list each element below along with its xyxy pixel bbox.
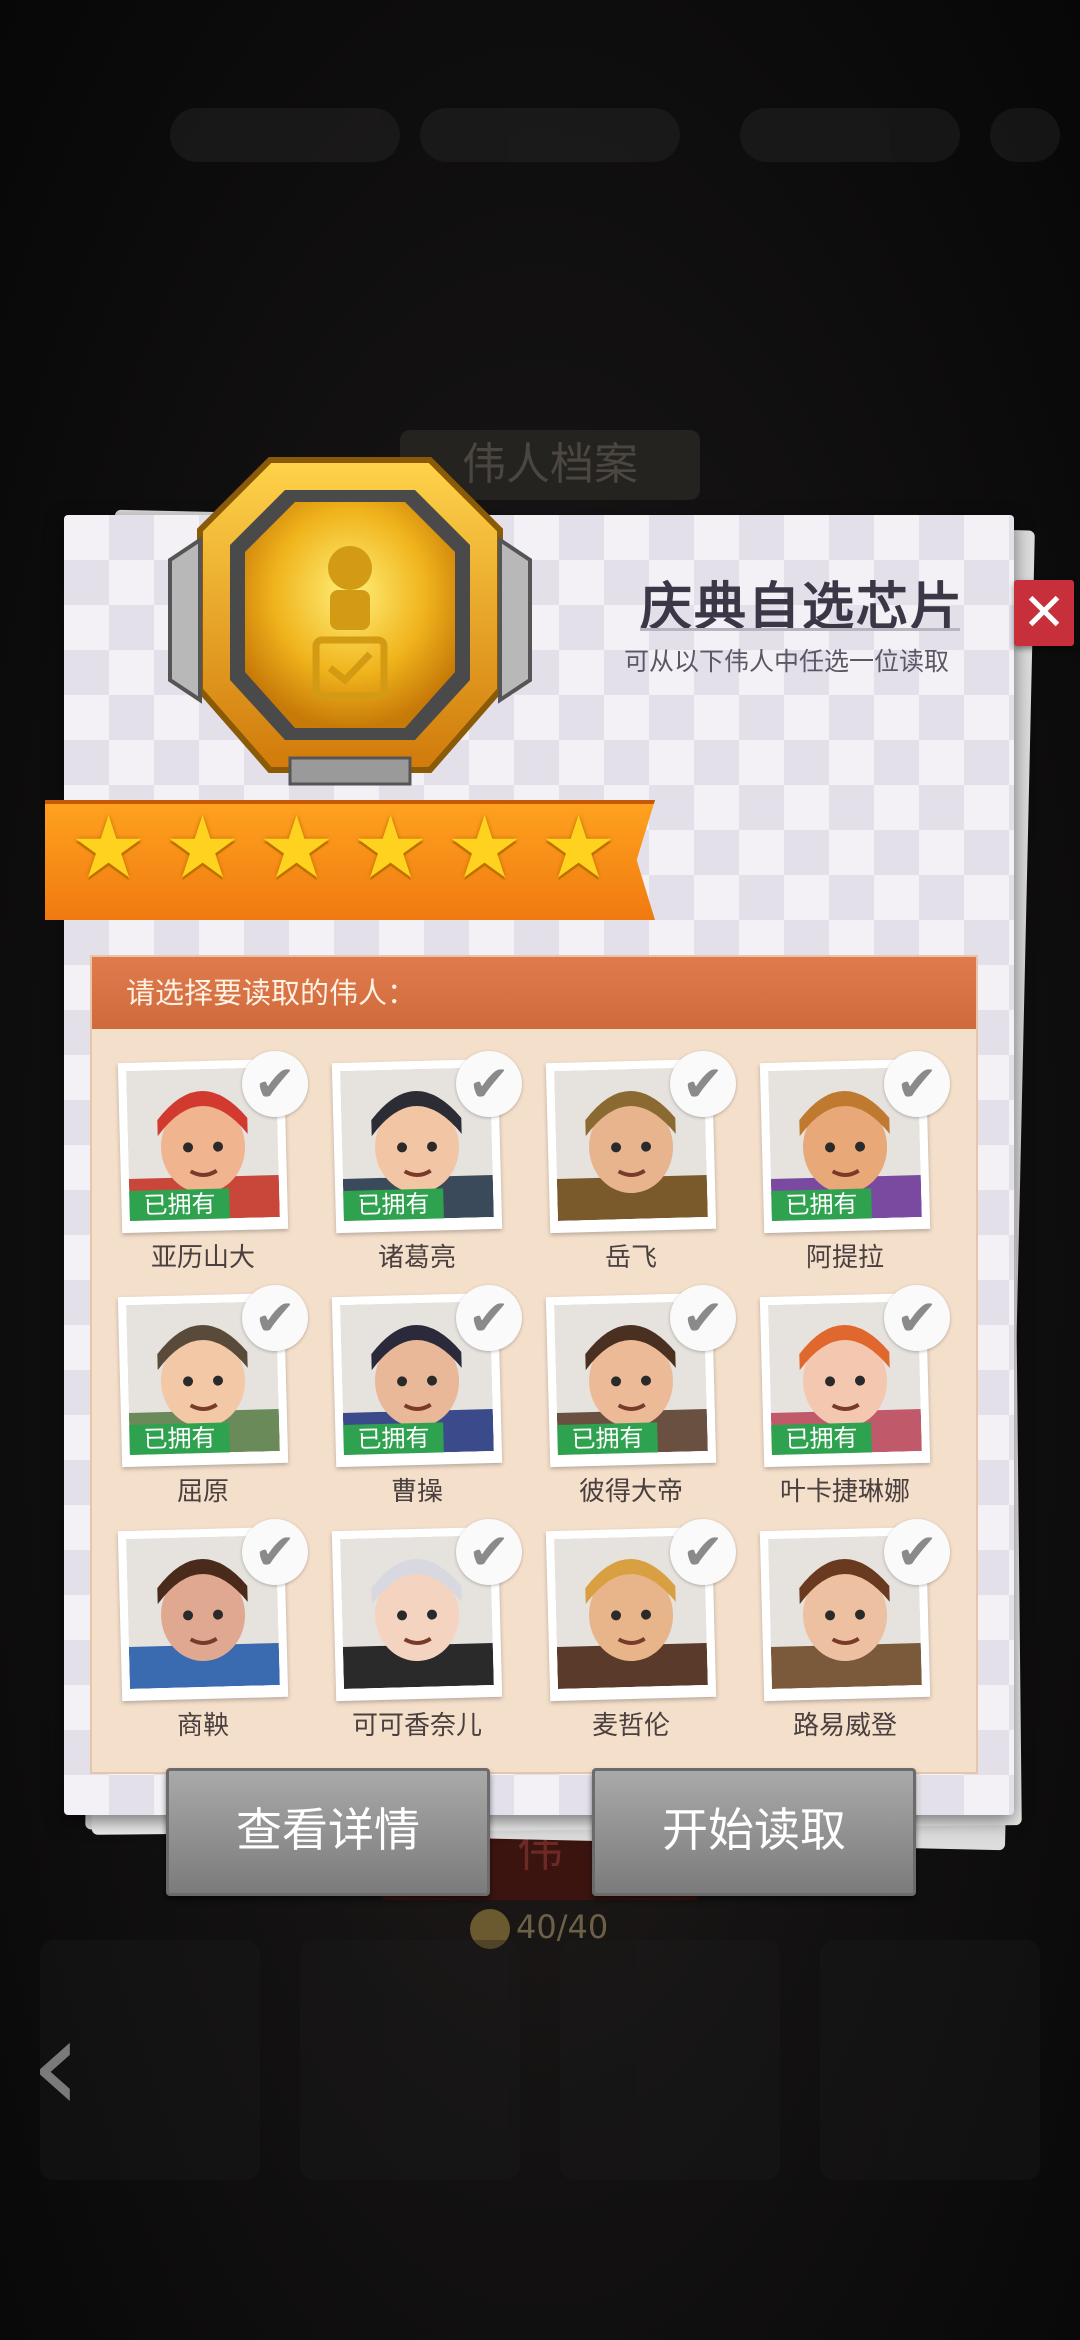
- dialog-subtitle: 可从以下伟人中任选一位读取: [624, 647, 950, 676]
- owned-badge: 已拥有: [129, 1422, 230, 1455]
- hero-card[interactable]: ✔ 可可香奈儿: [331, 1519, 546, 1741]
- background-bottom-tiles: [0, 1900, 1080, 2340]
- hero-card[interactable]: 已拥有 ✔ 诸葛亮: [331, 1051, 546, 1273]
- star-icon: ★: [540, 798, 618, 898]
- hero-name: 商鞅: [176, 1711, 229, 1741]
- checkmark-icon[interactable]: ✔: [456, 1285, 522, 1351]
- star-icon: ★: [352, 798, 430, 898]
- checkmark-icon[interactable]: ✔: [884, 1051, 950, 1117]
- start-reading-button[interactable]: 开始读取: [592, 1768, 916, 1896]
- star-icon: ★: [258, 798, 336, 898]
- hero-name: 叶卡捷琳娜: [779, 1477, 910, 1507]
- hero-name: 亚历山大: [150, 1243, 255, 1273]
- hero-name: 屈原: [176, 1477, 229, 1507]
- star-rating: ★ ★ ★ ★ ★ ★: [70, 798, 620, 898]
- hero-card[interactable]: ✔ 商鞅: [117, 1519, 332, 1741]
- hero-name: 可可香奈儿: [351, 1711, 482, 1741]
- star-icon: ★: [164, 798, 242, 898]
- close-button[interactable]: ✕: [1014, 580, 1074, 646]
- hero-card[interactable]: 已拥有 ✔ 彼得大帝: [545, 1285, 760, 1507]
- checkmark-icon[interactable]: ✔: [670, 1051, 736, 1117]
- star-icon: ★: [446, 798, 524, 898]
- checkmark-icon[interactable]: ✔: [670, 1285, 736, 1351]
- hero-name: 麦哲伦: [591, 1711, 670, 1741]
- hero-name: 阿提拉: [805, 1243, 884, 1273]
- owned-badge: 已拥有: [343, 1188, 444, 1221]
- selection-prompt: 请选择要读取的伟人：: [92, 957, 976, 1029]
- checkmark-icon[interactable]: ✔: [242, 1519, 308, 1585]
- hero-card[interactable]: 已拥有 ✔ 亚历山大: [117, 1051, 332, 1273]
- hero-name: 诸葛亮: [377, 1243, 456, 1273]
- hero-card[interactable]: 已拥有 ✔ 阿提拉: [759, 1051, 974, 1273]
- back-arrow-icon[interactable]: ‹: [30, 2000, 82, 2130]
- checkmark-icon[interactable]: ✔: [456, 1519, 522, 1585]
- owned-badge: 已拥有: [129, 1188, 230, 1221]
- owned-badge: 已拥有: [771, 1422, 872, 1455]
- hero-name: 彼得大帝: [578, 1477, 683, 1507]
- checkmark-icon[interactable]: ✔: [242, 1285, 308, 1351]
- hero-card[interactable]: ✔ 路易威登: [759, 1519, 974, 1741]
- hero-card[interactable]: ✔ 岳飞: [545, 1051, 760, 1273]
- star-icon: ★: [70, 798, 148, 898]
- owned-badge: 已拥有: [771, 1188, 872, 1221]
- owned-badge: 已拥有: [343, 1422, 444, 1455]
- view-details-button[interactable]: 查看详情: [166, 1768, 490, 1896]
- hero-name: 岳飞: [604, 1243, 657, 1273]
- hero-card[interactable]: ✔ 麦哲伦: [545, 1519, 760, 1741]
- hero-card[interactable]: 已拥有 ✔ 叶卡捷琳娜: [759, 1285, 974, 1507]
- hero-name: 路易威登: [792, 1711, 897, 1741]
- background-top-bar: [0, 90, 1080, 180]
- checkmark-icon[interactable]: ✔: [670, 1519, 736, 1585]
- owned-badge: 已拥有: [557, 1422, 658, 1455]
- hero-name: 曹操: [390, 1477, 443, 1507]
- checkmark-icon[interactable]: ✔: [456, 1051, 522, 1117]
- checkmark-icon[interactable]: ✔: [242, 1051, 308, 1117]
- checkmark-icon[interactable]: ✔: [884, 1285, 950, 1351]
- hero-card[interactable]: 已拥有 ✔ 屈原: [117, 1285, 332, 1507]
- chip-emblem-icon: [168, 457, 532, 786]
- checkmark-icon[interactable]: ✔: [884, 1519, 950, 1585]
- hero-card[interactable]: 已拥有 ✔ 曹操: [331, 1285, 546, 1507]
- hero-grid: 已拥有 ✔ 亚历山大 已拥有 ✔ 诸葛亮 ✔ 岳飞 已拥有 ✔ 阿提拉 已拥有 ✔ 屈原 已拥有 ✔ 曹操 已拥有…: [117, 1051, 958, 1741]
- title-divider: [640, 628, 960, 631]
- hero-selection-panel: 请选择要读取的伟人： 已拥有 ✔ 亚历山大 已拥有 ✔ 诸葛亮 ✔ 岳飞 已拥有 ✔ 阿提拉 已拥有 ✔…: [90, 955, 978, 1774]
